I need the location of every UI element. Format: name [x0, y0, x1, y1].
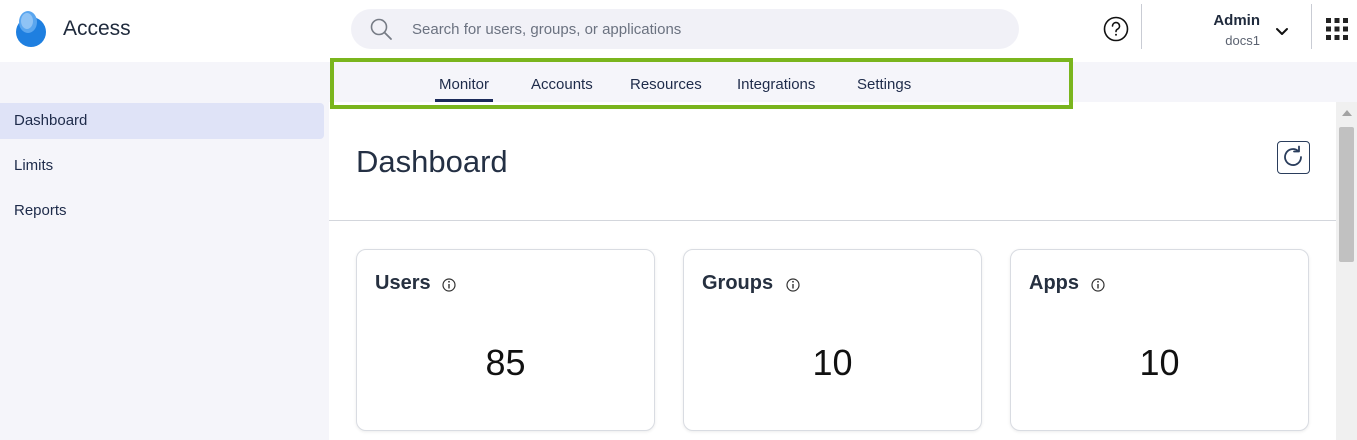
- sidebar-item-limits[interactable]: Limits: [0, 148, 324, 184]
- main-nav: Monitor Accounts Resources Integrations …: [330, 58, 1073, 109]
- info-icon[interactable]: [786, 278, 800, 292]
- search-icon: [370, 18, 392, 40]
- search-bar[interactable]: [351, 9, 1019, 49]
- user-org: docs1: [1225, 33, 1260, 48]
- groups-card[interactable]: Groups 10: [683, 249, 982, 431]
- access-logo-icon: [16, 11, 46, 47]
- card-title: Users: [375, 272, 431, 294]
- sidebar-item-reports[interactable]: Reports: [0, 193, 324, 229]
- top-bar: Access Admin docs1: [0, 0, 1357, 62]
- card-value: 10: [1139, 342, 1180, 383]
- scroll-thumb[interactable]: [1339, 127, 1354, 262]
- refresh-button[interactable]: [1277, 141, 1310, 174]
- search-input[interactable]: [412, 9, 1002, 49]
- user-name: Admin: [1213, 12, 1260, 29]
- help-circle-icon[interactable]: [1103, 16, 1129, 42]
- page-title: Dashboard: [356, 144, 508, 179]
- scroll-up-arrow[interactable]: [1342, 110, 1352, 116]
- refresh-icon: [1284, 145, 1302, 166]
- tab-resources[interactable]: Resources: [630, 76, 702, 93]
- tab-monitor[interactable]: Monitor: [434, 76, 494, 102]
- app-title[interactable]: Access: [63, 17, 131, 41]
- card-value: 10: [812, 342, 853, 383]
- sidebar: Dashboard Limits Reports: [0, 62, 329, 440]
- card-value: 85: [485, 342, 526, 383]
- tab-accounts[interactable]: Accounts: [531, 76, 593, 93]
- main-panel: Dashboard Users 85 Groups 10 Apps 10: [329, 102, 1336, 440]
- users-card[interactable]: Users 85: [356, 249, 655, 431]
- chevron-down-icon[interactable]: [1274, 24, 1290, 40]
- header-divider: [329, 220, 1336, 221]
- vertical-scrollbar[interactable]: [1336, 102, 1357, 440]
- sidebar-item-dashboard[interactable]: Dashboard: [0, 103, 324, 139]
- tab-settings[interactable]: Settings: [857, 76, 911, 93]
- card-title: Groups: [702, 272, 774, 294]
- info-icon[interactable]: [1091, 278, 1105, 292]
- apps-card[interactable]: Apps 10: [1010, 249, 1309, 431]
- tab-integrations[interactable]: Integrations: [737, 76, 815, 93]
- info-icon[interactable]: [442, 278, 456, 292]
- divider: [1311, 4, 1312, 49]
- user-menu[interactable]: Admin docs1: [1142, 0, 1310, 62]
- card-title: Apps: [1029, 272, 1079, 294]
- app-grid-icon[interactable]: [1325, 17, 1349, 41]
